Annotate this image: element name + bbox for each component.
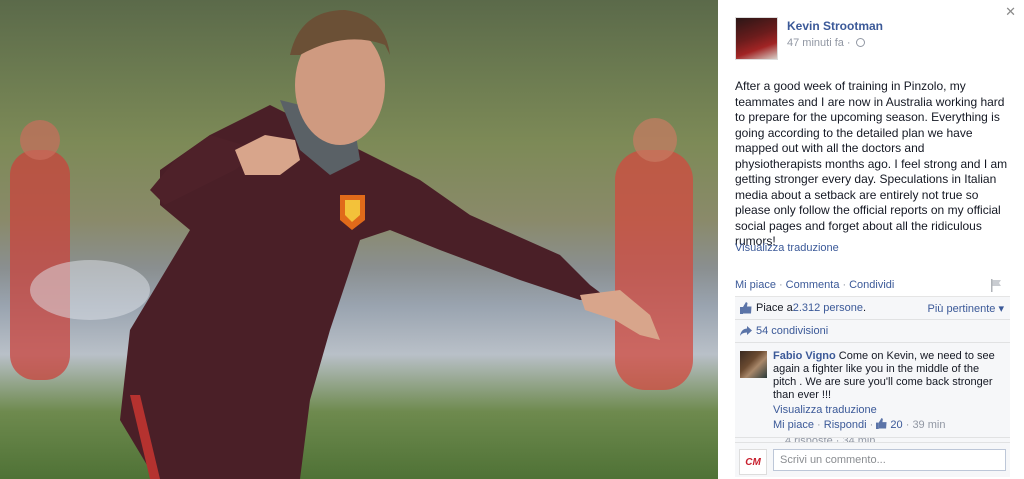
flag-icon[interactable]	[991, 279, 1002, 292]
author-avatar[interactable]	[735, 17, 778, 60]
comment-like-action[interactable]: Mi piace	[773, 419, 814, 431]
post-panel: ✕ Kevin Strootman 47 minuti fa · After a…	[718, 0, 1024, 479]
post-time[interactable]: 47 minuti fa	[787, 37, 844, 49]
comment-meta: Mi piace · Rispondi · 20 · 39 min	[773, 418, 1005, 431]
commenter-avatar[interactable]	[740, 351, 767, 378]
likes-suffix: .	[863, 302, 867, 314]
commenter-name[interactable]: Fabio Vigno	[773, 350, 836, 362]
comment-input[interactable]	[773, 449, 1006, 471]
author-name[interactable]: Kevin Strootman	[787, 19, 883, 33]
globe-icon	[855, 38, 865, 47]
shares-row: 54 condivisioni	[735, 320, 1010, 343]
likes-row: Piace a 2.312 persone. Più pertinente ▾	[735, 297, 1010, 320]
training-photo	[10, 10, 693, 479]
action-separator: ·	[778, 279, 783, 291]
post-body: After a good week of training in Pinzolo…	[735, 79, 1008, 248]
share-icon	[740, 326, 752, 336]
action-separator: ·	[842, 279, 847, 291]
post-actions: Mi piace · Commenta · Condividi	[735, 279, 894, 291]
comment-time[interactable]: 39 min	[912, 419, 945, 431]
post-meta: 47 minuti fa ·	[787, 37, 865, 49]
thumbs-up-icon	[740, 302, 752, 314]
comment-meta-separator: ·	[902, 419, 913, 431]
thumbs-up-icon	[876, 418, 887, 429]
comment-likes-count[interactable]: 20	[890, 419, 902, 431]
comment-reply-action[interactable]: Rispondi	[824, 419, 867, 431]
shares-count-link[interactable]: 54 condivisioni	[756, 325, 828, 337]
comment-composer: CM	[735, 442, 1010, 477]
engagement-box: Piace a 2.312 persone. Più pertinente ▾ …	[735, 296, 1010, 444]
composer-avatar: CM	[739, 449, 767, 475]
meta-separator: ·	[843, 37, 854, 49]
likes-prefix: Piace a	[756, 302, 793, 314]
share-action[interactable]: Condividi	[849, 279, 894, 291]
post-photo[interactable]	[0, 0, 718, 479]
comment-meta-separator: ·	[813, 419, 824, 431]
sort-dropdown[interactable]: Più pertinente ▾	[928, 302, 1004, 315]
comment-meta-separator: ·	[866, 419, 877, 431]
close-icon[interactable]: ✕	[1005, 4, 1016, 20]
like-action[interactable]: Mi piace	[735, 279, 776, 291]
comment-body: Fabio Vigno Come on Kevin, we need to se…	[773, 350, 1005, 402]
comment-item: Fabio Vigno Come on Kevin, we need to se…	[735, 343, 1010, 438]
comment-translate-link[interactable]: Visualizza traduzione	[773, 404, 1005, 416]
comment-action[interactable]: Commenta	[786, 279, 840, 291]
translate-link[interactable]: Visualizza traduzione	[735, 242, 839, 254]
likes-count-link[interactable]: 2.312 persone	[793, 302, 863, 314]
